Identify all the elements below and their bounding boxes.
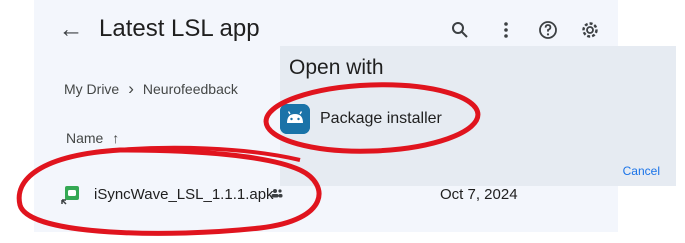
apk-file-icon <box>61 186 79 205</box>
more-vert-icon[interactable] <box>496 20 516 40</box>
settings-icon[interactable] <box>580 20 600 40</box>
dialog-title: Open with <box>289 56 384 79</box>
breadcrumb-item-neurofeedback[interactable]: Neurofeedback <box>143 81 238 97</box>
breadcrumb-item-my-drive[interactable]: My Drive <box>64 81 119 97</box>
column-name-header[interactable]: Name ↑ <box>66 130 119 146</box>
shared-people-icon <box>271 189 283 198</box>
breadcrumb: My Drive › Neurofeedback <box>64 80 238 98</box>
chevron-right-icon: › <box>128 79 134 98</box>
back-button[interactable]: ← <box>56 14 86 44</box>
arrow-back-icon: ← <box>58 15 84 43</box>
file-name: iSyncWave_LSL_1.1.1.apk <box>94 186 274 203</box>
search-icon[interactable] <box>450 20 470 40</box>
android-icon <box>280 104 310 134</box>
file-modified-date: Oct 7, 2024 <box>440 186 518 203</box>
package-installer-label: Package installer <box>320 110 442 127</box>
column-name-label: Name <box>66 130 104 146</box>
page-title: Latest LSL app <box>99 15 260 42</box>
cancel-button[interactable]: Cancel <box>623 164 660 178</box>
help-icon[interactable] <box>538 20 558 40</box>
open-with-dialog: Open with Package installer Cancel <box>280 46 676 186</box>
package-installer-option[interactable]: Package installer <box>280 98 530 142</box>
arrow-up-icon[interactable]: ↑ <box>112 130 119 146</box>
